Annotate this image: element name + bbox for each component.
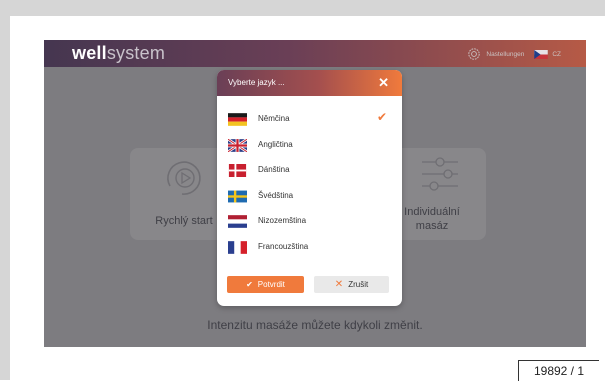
gear-icon[interactable] [466, 46, 482, 62]
language-item-french[interactable]: Francouzština [217, 237, 402, 263]
language-dialog: Vyberte jazyk ... ✕ Němčina ✔ Angličtina [217, 70, 402, 306]
check-icon: ✔ [376, 110, 387, 124]
language-item-danish[interactable]: Dánština [217, 160, 402, 186]
language-label: Francouzština [258, 241, 309, 251]
confirm-button[interactable]: ✔ Potvrdit [227, 276, 304, 293]
close-icon[interactable]: ✕ [378, 75, 389, 91]
language-item-dutch[interactable]: Nizozemština [217, 211, 402, 237]
language-item-german[interactable]: Němčina ✔ [217, 109, 402, 135]
flag-gb-icon [228, 138, 247, 152]
close-icon: ✕ [334, 279, 344, 290]
brand-bold: well [72, 43, 107, 63]
brand-rest: system [106, 43, 166, 63]
frame-left-border [0, 0, 10, 380]
cancel-button[interactable]: ✕ Zrušit [314, 276, 389, 293]
sliders-icon [422, 157, 458, 191]
hint-text: Intenzitu masáže můžete kdykoli změnit. [207, 318, 423, 332]
language-item-english[interactable]: Angličtina [217, 135, 402, 161]
language-label: Nizozemština [258, 216, 307, 225]
language-label: Švédština [258, 190, 294, 200]
dialog-header: Vyberte jazyk ... ✕ [217, 70, 402, 96]
language-code[interactable]: CZ [552, 51, 561, 58]
check-icon: ✔ [246, 280, 253, 289]
frame-top-border [0, 0, 605, 16]
confirm-label: Potvrdit [257, 280, 285, 289]
cancel-label: Zrušit [348, 280, 369, 289]
language-item-swedish[interactable]: Švédština [217, 186, 402, 212]
settings-area[interactable]: Nastellungen CZ [466, 46, 561, 62]
language-label: Angličtina [258, 139, 293, 149]
figure-number: 19892 / 1 [518, 360, 599, 381]
flag-cz-icon[interactable] [534, 49, 549, 59]
flag-dk-icon [228, 164, 247, 177]
settings-label[interactable]: Nastellungen [486, 51, 524, 58]
language-label: Dánština [258, 165, 290, 174]
top-bar: wellsystem Nastellungen CZ [44, 40, 586, 67]
brand-logo: wellsystem [72, 43, 165, 64]
flag-fr-icon [228, 240, 247, 254]
flag-de-icon [228, 113, 247, 126]
dialog-title: Vyberte jazyk ... [228, 78, 285, 87]
language-list: Němčina ✔ Angličtina Dánština Švédština … [217, 109, 402, 262]
flag-se-icon [228, 190, 247, 202]
play-icon [167, 161, 201, 195]
flag-nl-icon [228, 215, 247, 228]
language-label: Němčina [258, 114, 290, 123]
